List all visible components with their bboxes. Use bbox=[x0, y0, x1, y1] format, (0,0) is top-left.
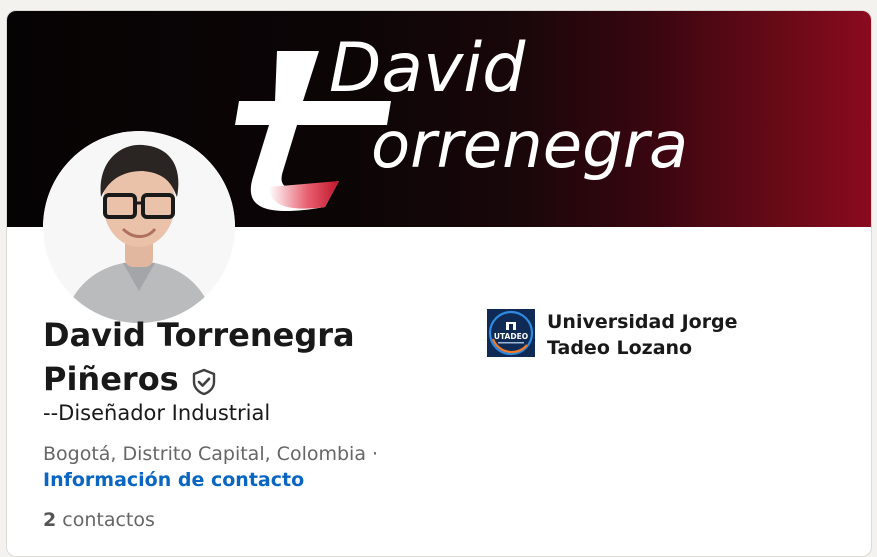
university-logo-text: UTADEO bbox=[494, 332, 528, 341]
connections-number: 2 bbox=[43, 509, 57, 531]
university-logo: UTADEO bbox=[487, 309, 535, 357]
contact-info-link[interactable]: Información de contacto bbox=[43, 469, 304, 491]
connections-count[interactable]: 2 contactos bbox=[43, 509, 155, 531]
banner-line2: orrenegra bbox=[371, 109, 688, 183]
profile-name: David Torrenegra Piñeros bbox=[43, 313, 383, 401]
profile-avatar[interactable] bbox=[43, 131, 235, 323]
connections-label: contactos bbox=[62, 509, 155, 531]
profile-headline: --Diseñador Industrial bbox=[43, 401, 271, 425]
profile-name-line1: David Torrenegra bbox=[43, 316, 355, 354]
education-item[interactable]: UTADEO Universidad Jorge Tadeo Lozano bbox=[487, 309, 807, 361]
university-name: Universidad Jorge Tadeo Lozano bbox=[547, 311, 738, 359]
verified-shield-icon[interactable] bbox=[189, 364, 219, 396]
profile-name-line2: Piñeros bbox=[43, 360, 179, 398]
profile-location: Bogotá, Distrito Capital, Colombia · bbox=[43, 443, 379, 465]
banner-line1: David bbox=[329, 29, 526, 108]
profile-card: David orrenegra David Torrenegra Piñeros… bbox=[6, 10, 872, 557]
